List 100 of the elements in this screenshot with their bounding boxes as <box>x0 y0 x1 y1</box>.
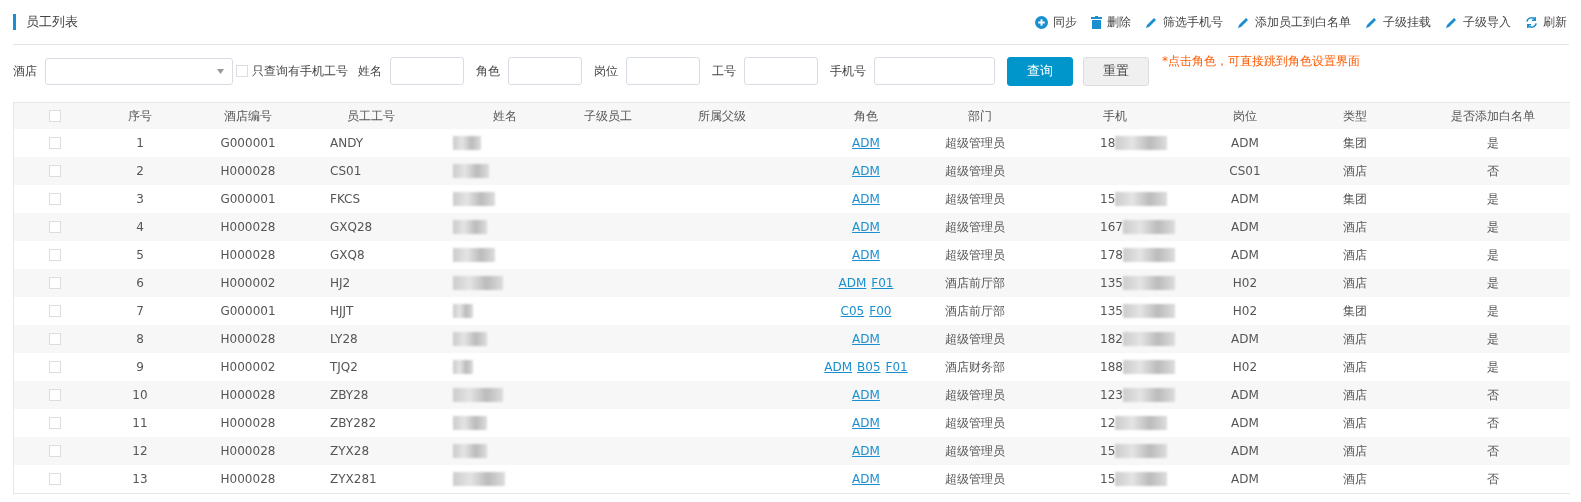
table-cell: 182 <box>1100 332 1123 346</box>
blurred-name <box>453 164 489 178</box>
role-link[interactable]: F01 <box>885 360 908 374</box>
role-link[interactable]: ADM <box>852 136 880 150</box>
table-cell-text: 1 <box>135 136 145 150</box>
table-cell-text: 11 <box>131 416 149 430</box>
checkbox[interactable] <box>48 277 61 289</box>
hotel-select[interactable] <box>45 57 233 85</box>
role-link[interactable]: C05 <box>840 304 865 318</box>
checkbox[interactable] <box>48 389 61 401</box>
role-link[interactable]: ADM <box>852 192 880 206</box>
checkbox[interactable] <box>48 137 61 149</box>
checkbox[interactable] <box>236 65 248 77</box>
input-field[interactable] <box>626 57 700 85</box>
table-cell-text: 是 <box>1485 358 1500 376</box>
table-cell-text: G000001 <box>219 136 277 150</box>
search-button[interactable]: 查询 <box>1007 56 1073 86</box>
blurred-phone <box>1122 248 1175 262</box>
page-title: 员工列表 <box>13 14 78 30</box>
toolbar-button[interactable]: 添加员工到白名单 <box>1237 13 1351 31</box>
field-label: 姓名 <box>358 62 382 80</box>
pencil-icon <box>1145 15 1158 29</box>
table-cell-text: ADM <box>1230 388 1260 402</box>
table-cell-text: H02 <box>1231 360 1259 374</box>
role-link[interactable]: ADM <box>852 220 880 234</box>
table-cell-text: 是 <box>1485 274 1500 292</box>
field-label: 手机号 <box>830 62 866 80</box>
blurred-name <box>453 388 503 402</box>
role-link[interactable]: ADM <box>838 276 867 290</box>
role-link[interactable]: ADM <box>852 164 880 178</box>
role-link[interactable]: F00 <box>869 304 892 318</box>
role-link[interactable]: ADM <box>852 332 880 346</box>
caret-icon <box>217 68 224 74</box>
table-cell-text: H02 <box>1231 304 1259 318</box>
table-cell-text: 超级管理员 <box>944 190 1006 208</box>
blurred-phone <box>1122 220 1175 234</box>
pencil-icon <box>1365 15 1378 29</box>
table-cell-text: 超级管理员 <box>944 162 1006 180</box>
table-cell-text: H000002 <box>219 276 277 290</box>
checkbox[interactable] <box>48 473 61 485</box>
toolbar-button[interactable]: 子级挂载 <box>1365 13 1431 31</box>
table-cell-text: 6 <box>135 276 145 290</box>
table-cell-text: 是 <box>1485 134 1500 152</box>
table-cell-text: 10 <box>131 388 149 402</box>
table-cell-text: ADM <box>1230 220 1260 234</box>
checkbox[interactable] <box>48 361 61 373</box>
role-link[interactable]: ADM <box>824 360 853 374</box>
checkbox[interactable] <box>48 249 61 261</box>
table-cell-text: 酒店 <box>1342 386 1368 404</box>
table-cell-text: 5 <box>135 248 145 262</box>
table-cell-text: 超级管理员 <box>944 330 1006 348</box>
checkbox[interactable] <box>48 110 61 122</box>
blurred-phone <box>1115 416 1168 430</box>
blurred-name <box>453 136 481 150</box>
checkbox[interactable] <box>48 305 61 317</box>
blurred-name <box>453 332 487 346</box>
role-link[interactable]: B05 <box>857 360 881 374</box>
role-link[interactable]: ADM <box>852 472 880 486</box>
table-cell-text: 13 <box>131 472 149 486</box>
table-cell: 15 <box>1100 444 1116 458</box>
role-link[interactable]: F01 <box>871 276 894 290</box>
table-cell-text: 酒店 <box>1342 162 1368 180</box>
role-link[interactable]: ADM <box>852 388 880 402</box>
role-link[interactable]: ADM <box>852 444 880 458</box>
column-header: 序号 <box>127 107 153 125</box>
blurred-name <box>453 304 473 318</box>
table-cell-text: 3 <box>135 192 145 206</box>
checkbox[interactable] <box>48 417 61 429</box>
column-header: 酒店编号 <box>223 107 273 125</box>
toolbar-button[interactable]: 同步 <box>1035 13 1077 31</box>
input-field[interactable] <box>744 57 818 85</box>
input-field[interactable] <box>390 57 464 85</box>
checkbox[interactable] <box>48 165 61 177</box>
role-link[interactable]: ADM <box>852 416 880 430</box>
checkbox[interactable] <box>48 445 61 457</box>
table-cell-text: 酒店 <box>1342 414 1368 432</box>
table-cell-text: ZBY28 <box>329 388 370 402</box>
checkbox-label: 只查询有手机工号 <box>252 62 348 80</box>
blurred-phone <box>1115 444 1168 458</box>
toolbar-button[interactable]: 删除 <box>1091 13 1131 31</box>
table-cell-text: 是 <box>1485 246 1500 264</box>
table-cell-text: 超级管理员 <box>944 218 1006 236</box>
toolbar-button[interactable]: 子级导入 <box>1445 13 1511 31</box>
column-header: 子级员工 <box>583 107 633 125</box>
toolbar-button[interactable]: 筛选手机号 <box>1145 13 1223 31</box>
toolbar-button[interactable]: 刷新 <box>1525 13 1567 31</box>
table-cell-text: CS01 <box>1228 164 1262 178</box>
role-link[interactable]: ADM <box>852 248 880 262</box>
table-cell-text: 酒店 <box>1342 274 1368 292</box>
table-cell-text: ZYX281 <box>329 472 378 486</box>
input-field[interactable] <box>508 57 582 85</box>
reset-button[interactable]: 重置 <box>1083 56 1149 86</box>
table-cell-text: 4 <box>135 220 145 234</box>
checkbox[interactable] <box>48 333 61 345</box>
checkbox[interactable] <box>48 193 61 205</box>
input-field[interactable] <box>874 57 995 85</box>
table-cell-text: 是 <box>1485 190 1500 208</box>
checkbox[interactable] <box>48 221 61 233</box>
blurred-phone <box>1115 136 1168 150</box>
table-cell-text: 酒店 <box>1342 330 1368 348</box>
